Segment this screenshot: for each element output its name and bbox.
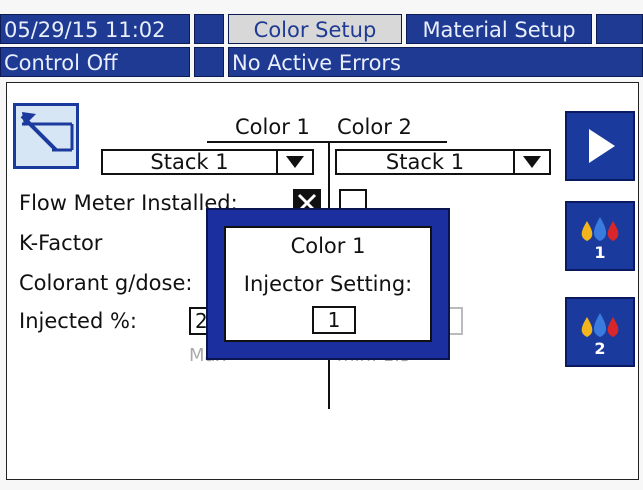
chevron-down-icon	[276, 151, 312, 173]
injector-1-button[interactable]: 1	[565, 201, 635, 271]
heading-underline	[207, 141, 447, 143]
popup-label: Injector Setting:	[243, 272, 413, 296]
next-screen-button[interactable]	[565, 111, 635, 181]
color1-stack-select[interactable]: Stack 1	[101, 149, 314, 175]
tab-material-setup[interactable]: Material Setup	[406, 14, 592, 44]
color1-heading: Color 1	[235, 115, 310, 139]
tab-more[interactable]	[596, 14, 643, 44]
injected-label: Injected %:	[19, 309, 137, 333]
control-status: Control Off	[0, 47, 190, 77]
play-arrow-icon	[589, 129, 615, 163]
color2-stack-select[interactable]: Stack 1	[335, 149, 551, 175]
injector-2-number: 2	[594, 339, 606, 358]
datetime-display: 05/29/15 11:02	[0, 14, 190, 44]
k-factor-label: K-Factor	[19, 231, 103, 255]
colorant-label: Colorant g/dose:	[19, 271, 193, 295]
popup-title: Color 1	[290, 234, 366, 258]
hmi-screen: 05/29/15 11:02 Color Setup Material Setu…	[0, 0, 643, 490]
exit-screen-button[interactable]	[13, 103, 79, 169]
injector-setting-popup: Color 1 Injector Setting: 1	[206, 208, 450, 360]
error-status: No Active Errors	[228, 47, 643, 77]
color1-stack-value: Stack 1	[150, 150, 229, 174]
chevron-down-icon	[513, 151, 549, 173]
popup-body: Color 1 Injector Setting: 1	[224, 226, 432, 342]
flow-meter-label: Flow Meter Installed:	[19, 191, 238, 215]
color2-heading: Color 2	[337, 115, 412, 139]
color2-stack-value: Stack 1	[385, 150, 465, 174]
header-spacer	[194, 14, 224, 44]
exit-arrow-icon	[20, 112, 74, 152]
tab-color-setup[interactable]: Color Setup	[228, 14, 402, 44]
injector-setting-field[interactable]: 1	[312, 306, 356, 334]
injector-2-button[interactable]: 2	[565, 297, 635, 367]
injector-1-number: 1	[594, 243, 606, 262]
status-spacer	[194, 47, 224, 77]
